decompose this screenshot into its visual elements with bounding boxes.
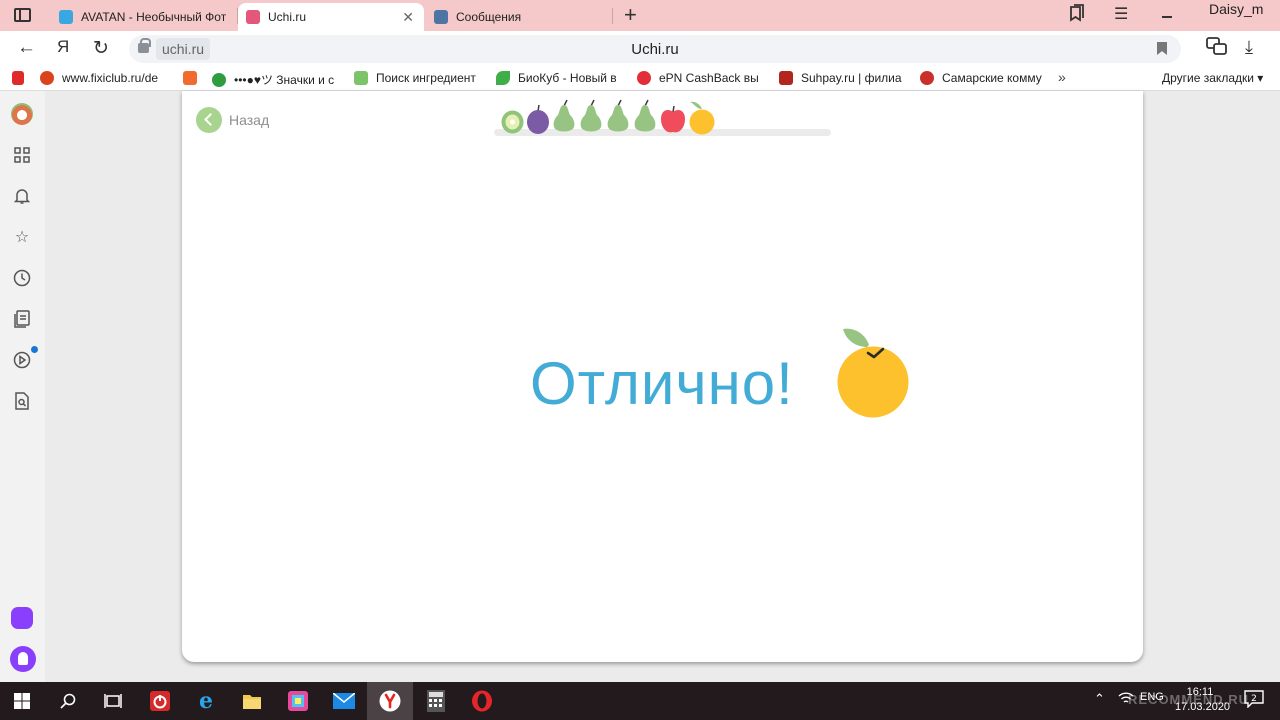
internet-explorer-icon[interactable]: e: [194, 688, 218, 714]
result-message: Отлично!: [530, 350, 794, 417]
messages-favicon-icon: [434, 10, 448, 24]
bell-icon[interactable]: [12, 186, 32, 206]
bookmark-favicon-icon: [920, 71, 934, 85]
bookmark-label: www.fixiclub.ru/de: [62, 71, 159, 85]
apple-icon: [661, 105, 685, 133]
pear-icon: [553, 99, 575, 132]
browser-sidebar: ☆: [0, 91, 45, 682]
power-app-icon[interactable]: [148, 689, 172, 713]
file-explorer-icon[interactable]: [240, 689, 264, 713]
sidebar-toggle-icon[interactable]: [14, 8, 31, 22]
plum-icon: [527, 104, 549, 134]
windows-taskbar: e ⌃ ENG RECOMMEND.RU 16:11 17.03.2020 2: [0, 682, 1280, 720]
bookmarks-bar: www.fixiclub.ru/de •••●♥ツ Значки и с Пои…: [0, 67, 1280, 91]
apps-grid-icon[interactable]: [12, 145, 32, 165]
bookmark-item[interactable]: •••●♥ツ Значки и с: [212, 71, 340, 88]
notes-icon[interactable]: [12, 309, 32, 329]
bookmark-favicon-icon: [496, 71, 510, 85]
bookmark-item[interactable]: БиоКуб - Новый в: [496, 71, 619, 85]
bookmark-label: Suhpay.ru | филиа: [801, 71, 902, 85]
bookmark-item[interactable]: Самарские комму: [920, 71, 1046, 85]
windows-start-icon[interactable]: [10, 689, 34, 713]
uchi-favicon-icon: [246, 10, 260, 24]
mail-icon[interactable]: [332, 689, 356, 713]
bookmark-item[interactable]: [12, 71, 32, 85]
close-tab-icon[interactable]: ✕: [402, 9, 414, 26]
page-title: Uchi.ru: [631, 41, 679, 58]
orange-mascot-icon: [837, 328, 909, 418]
opera-icon[interactable]: [470, 689, 494, 713]
bookmark-item[interactable]: Поиск ингредиент: [354, 71, 480, 85]
pear-icon: [634, 99, 656, 132]
bookmark-label: Поиск ингредиент: [376, 71, 476, 85]
avatar[interactable]: [11, 103, 33, 125]
history-clock-icon[interactable]: [12, 268, 32, 288]
search-icon[interactable]: [56, 689, 80, 713]
bookmark-label: ePN CashBack вы: [659, 71, 759, 85]
task-view-icon[interactable]: [101, 689, 125, 713]
bookmark-label: •••●♥ツ Значки и с: [234, 73, 335, 87]
bookmark-item[interactable]: Suhpay.ru | филиа: [779, 71, 903, 85]
minimize-icon[interactable]: [1160, 5, 1174, 26]
orange-icon: [689, 101, 715, 135]
back-arrow-icon[interactable]: ←: [17, 37, 36, 59]
bookmark-favicon-icon: [779, 71, 793, 85]
more-bookmarks-button[interactable]: »: [1058, 69, 1066, 85]
photo-app-icon[interactable]: [286, 689, 310, 713]
bookmark-favicon-icon: [354, 71, 368, 85]
reload-icon[interactable]: ↻: [93, 37, 109, 60]
back-label: Назад: [229, 112, 270, 128]
clock-time: 16:11: [1186, 686, 1214, 698]
bookmark-item[interactable]: [183, 71, 205, 85]
tab-title: Uchi.ru: [268, 10, 307, 24]
tray-chevron-up-icon[interactable]: ⌃: [1094, 691, 1105, 707]
other-bookmarks-button[interactable]: Другие закладки ▾: [1162, 71, 1263, 85]
menu-icon[interactable]: ☰: [1114, 4, 1128, 24]
pear-icon: [580, 99, 602, 132]
clock-date: 17.03.2020: [1175, 701, 1231, 713]
video-play-icon[interactable]: [12, 350, 32, 370]
notification-count: 2: [1251, 694, 1257, 704]
bookmark-item[interactable]: ePN CashBack вы: [637, 71, 760, 85]
tab-bar: AVATAN - Необычный Фот Uchi.ru ✕ Сообщен…: [0, 0, 1280, 31]
new-tab-button[interactable]: +: [624, 3, 637, 27]
collections-icon[interactable]: [1068, 4, 1086, 27]
notification-dot: [31, 346, 38, 353]
tab-title: AVATAN - Необычный Фот: [81, 10, 227, 24]
pear-icon: [607, 99, 629, 132]
yandex-browser-icon[interactable]: [378, 689, 402, 713]
tab-avatan[interactable]: AVATAN - Необычный Фот: [51, 3, 237, 31]
back-button[interactable]: Назад: [196, 107, 269, 133]
alice-assistant-icon[interactable]: [10, 646, 36, 672]
omnibox[interactable]: uchi.ru Uchi.ru: [129, 35, 1181, 63]
chevron-left-icon: [196, 107, 222, 133]
bookmark-favicon-icon: [40, 71, 54, 85]
bookmark-label: БиоКуб - Новый в: [518, 71, 617, 85]
yandex-logo-icon[interactable]: Я: [57, 37, 69, 57]
address-bar: ← Я ↻ uchi.ru Uchi.ru ⤓: [0, 31, 1280, 67]
bookmark-item[interactable]: www.fixiclub.ru/de: [40, 71, 166, 85]
bookmark-favicon-icon: [637, 71, 651, 85]
search-document-icon[interactable]: [12, 391, 32, 411]
bookmark-favicon-icon: [212, 72, 226, 87]
calculator-icon[interactable]: [424, 689, 448, 713]
lesson-card: Назад Отлично!: [182, 91, 1143, 662]
translate-icon[interactable]: [1206, 37, 1228, 62]
clock[interactable]: 16:11 17.03.2020: [1175, 685, 1231, 715]
alice-app-icon[interactable]: [11, 607, 33, 629]
bookmark-favicon-icon: [183, 71, 197, 85]
tab-uchi[interactable]: Uchi.ru ✕: [238, 3, 424, 31]
download-icon[interactable]: ⤓: [1245, 37, 1253, 58]
kiwi-icon: [501, 110, 524, 134]
star-icon[interactable]: ☆: [12, 227, 32, 247]
avatan-favicon-icon: [59, 10, 73, 24]
tab-messages[interactable]: Сообщения: [426, 3, 612, 31]
bookmark-favicon-icon: [12, 71, 24, 85]
tab-separator: [612, 8, 613, 24]
notifications-icon[interactable]: 2: [1244, 690, 1264, 711]
user-profile-label[interactable]: Daisy_m: [1209, 1, 1263, 17]
bookmark-label: Самарские комму: [942, 71, 1042, 85]
tab-title: Сообщения: [456, 10, 522, 24]
